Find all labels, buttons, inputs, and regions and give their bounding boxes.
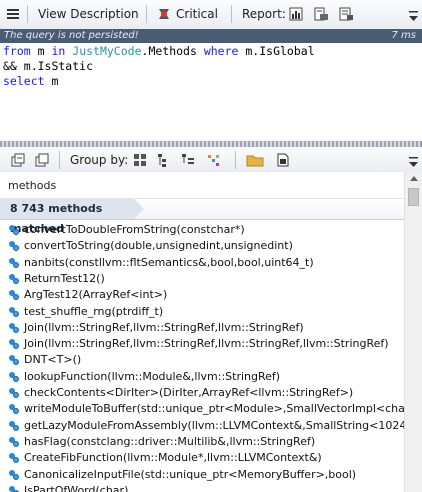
list-item[interactable]: ReturnTest12() [9,271,105,287]
list-item[interactable]: IsPartOfWord(char) [9,483,129,492]
method-icon [9,225,20,235]
collapse-icon[interactable] [34,151,50,169]
method-name: ReturnTest12() [24,271,105,285]
method-icon [9,273,20,284]
expand-icon[interactable] [10,151,26,169]
query-line-1: from m in JustMyCode.Methods where m.IsG… [3,44,315,58]
method-name: DNT<T>() [24,353,82,367]
group-members-icon[interactable] [206,151,224,169]
query-line-3: select m [3,74,59,88]
list-item[interactable]: Join(llvm::StringRef,llvm::StringRef,llv… [9,320,304,336]
top-toolbar: View Description Critical Report: [0,0,422,30]
method-icon [9,388,20,398]
toolbar-divider [59,151,60,169]
list-item[interactable]: convertToString(double,unsignedint,unsig… [9,238,293,254]
list-item[interactable]: hasFlag(constclang::driver::Multilib&,ll… [9,434,316,450]
report-export-icon[interactable] [313,5,329,23]
group-type-icon[interactable] [180,151,196,169]
toolbar-divider [146,5,147,23]
list-item[interactable]: CanonicalizeInputFile(std::unique_ptr<Me… [9,467,357,483]
list-item[interactable]: CreateFibFunction(llvm::Module*,llvm::LL… [9,450,322,466]
method-name: nanbits(constllvm::fltSemantics&,bool,bo… [24,255,314,269]
method-icon [9,371,20,382]
matched-count-label: 8 743 methods matched [0,199,144,235]
method-name: hasFlag(constclang::driver::Multilib&,ll… [24,434,316,448]
status-message: The query is not persisted! [4,30,139,41]
query-editor[interactable]: from m in JustMyCode.Methods where m.IsG… [0,43,422,141]
critical-icon [156,6,172,22]
critical-label: Critical [176,7,218,21]
toolbar-overflow-icon[interactable] [409,8,418,26]
vertical-scrollbar[interactable] [404,172,422,492]
group-by-label: Group by: [70,153,129,167]
method-icon [9,404,20,415]
query-time: 7 ms [391,30,417,41]
method-icon [9,322,20,333]
group-namespace-icon[interactable] [156,151,172,169]
toolbar2-overflow-icon[interactable] [409,154,418,172]
toolbar-divider [231,5,232,23]
method-name: CreateFibFunction(llvm::Module*,llvm::LL… [24,451,322,465]
method-name: IsPartOfWord(char) [24,483,129,492]
method-icon [9,420,20,431]
report-label: Report: [242,7,286,21]
list-item[interactable]: test_shuffle_rng(ptrdiff_t) [9,304,164,320]
toolbar-divider [235,151,236,169]
view-description-button[interactable]: View Description [38,5,139,23]
matched-count-tab: 8 743 methods matched [0,199,404,235]
method-name: test_shuffle_rng(ptrdiff_t) [24,304,164,318]
hamburger-icon[interactable] [6,5,20,23]
scrollbar-thumb[interactable] [408,188,419,206]
scroll-up-arrow-icon[interactable] [410,176,418,181]
results-list: convertToDoubleFromString(constchar*) con… [0,220,404,492]
toolbar-divider [27,5,28,23]
method-icon [9,355,20,366]
list-item[interactable]: Join(llvm::StringRef,llvm::StringRef,llv… [9,336,389,352]
method-name: getLazyModuleFromAssembly(llvm::LLVMCont… [24,418,404,432]
method-icon [9,339,20,350]
list-item[interactable]: ArgTest12(ArrayRef<int>) [9,287,168,303]
method-name: Join(llvm::StringRef,llvm::StringRef,llv… [24,320,304,334]
report-list-icon[interactable] [338,5,354,23]
view-description-label: View Description [38,7,139,21]
method-icon [9,469,20,480]
list-item[interactable]: lookupFunction(llvm::Module&,llvm::Strin… [9,369,281,385]
method-name: Join(llvm::StringRef,llvm::StringRef,llv… [24,337,389,351]
method-name: convertToDoubleFromString(constchar*) [24,223,245,236]
method-name: CanonicalizeInputFile(std::unique_ptr<Me… [24,467,357,481]
method-name: lookupFunction(llvm::Module&,llvm::Strin… [24,369,281,383]
query-line-2: && m.IsStatic [3,59,94,73]
report-chart-icon[interactable] [288,5,304,23]
list-item[interactable]: nanbits(constllvm::fltSemantics&,bool,bo… [9,255,314,271]
method-icon [9,453,20,464]
method-name: ArgTest12(ArrayRef<int>) [24,288,168,302]
method-icon [9,241,20,252]
method-name: convertToString(double,unsignedint,unsig… [24,239,293,253]
list-item[interactable]: writeModuleToBuffer(std::unique_ptr<Modu… [9,401,404,417]
list-item[interactable]: getLazyModuleFromAssembly(llvm::LLVMCont… [9,418,404,434]
method-icon [9,257,20,268]
list-item[interactable]: convertToDoubleFromString(constchar*) [9,222,245,238]
group-assembly-icon[interactable] [132,151,148,169]
critical-button[interactable]: Critical [156,5,218,23]
list-item[interactable]: DNT<T>() [9,352,82,368]
method-name: checkContents<DirIter>(DirIter,ArrayRef<… [24,386,354,399]
column-header-methods[interactable]: methods [0,172,404,199]
export-icon[interactable] [275,151,291,169]
method-icon [9,485,20,492]
method-name: writeModuleToBuffer(std::unique_ptr<Modu… [24,402,404,416]
query-status-bar: The query is not persisted! 7 ms [0,29,422,43]
method-icon [9,436,20,447]
results-toolbar: Group by: [0,147,422,173]
method-icon [9,306,20,317]
method-icon [9,290,20,301]
list-item[interactable]: checkContents<DirIter>(DirIter,ArrayRef<… [9,385,354,401]
folder-icon[interactable] [246,151,264,169]
